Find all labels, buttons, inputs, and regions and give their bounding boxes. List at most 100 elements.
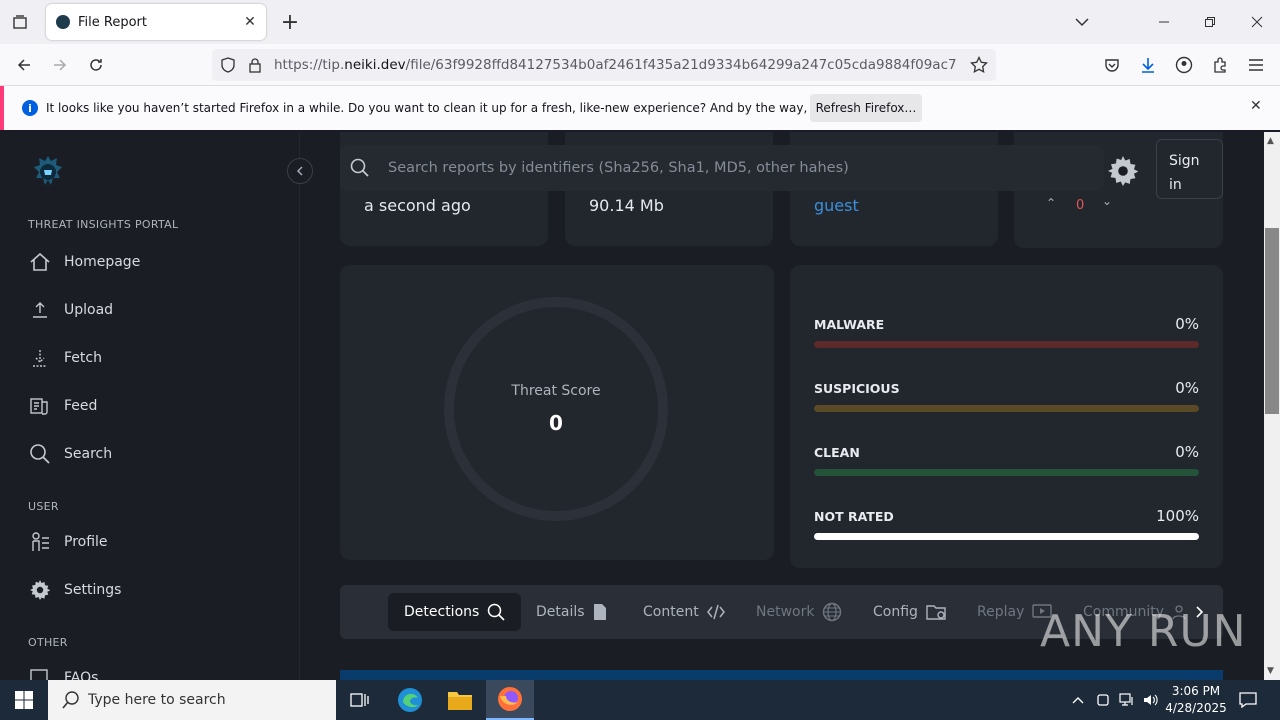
sidebar-item-label: Feed [64, 398, 98, 414]
refresh-firefox-button[interactable]: Refresh Firefox… [810, 94, 922, 122]
forward-icon[interactable] [46, 51, 74, 79]
tab-detections[interactable]: Detections [388, 593, 522, 631]
sidebar: THREAT INSIGHTS PORTAL Homepage Upload F… [0, 132, 300, 680]
faq-icon [28, 666, 52, 680]
lock-icon[interactable] [248, 57, 262, 77]
sidebar-item-fetch[interactable]: Fetch [28, 346, 102, 370]
clock-time: 3:06 PM [1171, 684, 1221, 698]
sidebar-item-feed[interactable]: Feed [28, 394, 97, 418]
system-clock[interactable]: 3:06 PM 4/28/2025 [1160, 683, 1232, 717]
tab-label: Replay [977, 604, 1025, 620]
minimize-icon[interactable] [1150, 8, 1178, 36]
section-label-portal: THREAT INSIGHTS PORTAL [28, 218, 179, 231]
browser-tab-file-report[interactable]: File Report ✕ [46, 4, 266, 40]
downvote-icon[interactable]: ⌄ [1102, 194, 1112, 208]
sidebar-item-label: Homepage [64, 254, 141, 270]
sidebar-item-faqs[interactable]: FAQs [28, 666, 98, 680]
tracking-protection-shield-icon[interactable] [220, 57, 236, 77]
taskbar-search-input[interactable]: Type here to search [48, 680, 336, 720]
tab-label: Config [873, 604, 918, 620]
scrollbar-thumb[interactable] [1265, 228, 1279, 414]
restore-icon[interactable] [1196, 8, 1224, 36]
notification-center-icon[interactable] [1234, 680, 1262, 720]
close-window-icon[interactable] [1243, 8, 1271, 36]
verdict-label: NOT RATED [814, 509, 894, 524]
verdict-label: MALWARE [814, 317, 885, 332]
sidebar-item-search[interactable]: Search [28, 442, 112, 466]
threat-score-ring [444, 297, 668, 521]
back-icon[interactable] [10, 51, 38, 79]
tab-content[interactable]: Content [643, 593, 725, 631]
sidebar-item-label: Fetch [64, 350, 102, 366]
info-icon: i [22, 100, 38, 116]
menu-hamburger-icon[interactable] [1242, 51, 1270, 79]
list-tabs-chevron-icon[interactable] [1068, 8, 1096, 36]
task-view-icon[interactable] [336, 680, 384, 720]
windows-start-icon[interactable] [0, 680, 48, 720]
page-scrollbar[interactable]: ▲ ▼ [1264, 132, 1280, 680]
verdict-percent: 0% [1175, 315, 1199, 333]
tab-details[interactable]: Details [536, 593, 607, 631]
verdict-bar [814, 469, 1199, 476]
firefox-taskbar-icon[interactable] [486, 680, 534, 720]
browser-navigation-bar: https://tip. neiki.dev/file/63f9928ffd841… [0, 44, 1280, 86]
section-label-other: OTHER [28, 636, 68, 649]
verdict-label: CLEAN [814, 445, 860, 460]
gear-icon [28, 578, 52, 602]
tab-network[interactable]: Network [756, 593, 842, 631]
sidebar-item-profile[interactable]: Profile [28, 530, 108, 554]
sign-in-button[interactable]: Sign in [1156, 139, 1223, 199]
main-content: a second ago 90.14 Mb guest ⌃ 0 ⌄ Search… [300, 132, 1264, 680]
sidebar-item-settings[interactable]: Settings [28, 578, 121, 602]
search-icon [62, 691, 80, 713]
pocket-icon[interactable] [1098, 51, 1126, 79]
edge-browser-icon[interactable] [386, 680, 434, 720]
sidebar-item-homepage[interactable]: Homepage [28, 250, 140, 274]
security-tray-icon[interactable] [1092, 680, 1114, 720]
upvote-icon[interactable]: ⌃ [1046, 196, 1056, 210]
taskbar-search-placeholder: Type here to search [88, 692, 226, 708]
show-hidden-icons-chevron-icon[interactable] [1066, 680, 1090, 720]
volume-icon[interactable] [1140, 680, 1162, 720]
threat-portal-app: THREAT INSIGHTS PORTAL Homepage Upload F… [0, 132, 1264, 680]
scroll-up-arrow-icon[interactable]: ▲ [1267, 136, 1274, 146]
search-icon [488, 603, 505, 621]
section-label-user: USER [28, 500, 59, 513]
new-tab-icon[interactable]: + [276, 8, 304, 36]
file-explorer-icon[interactable] [436, 680, 484, 720]
threat-score-value: 0 [549, 411, 563, 435]
verdict-bar [814, 405, 1199, 412]
verdict-label: SUSPICIOUS [814, 381, 900, 396]
uploader-link[interactable]: guest [814, 196, 859, 215]
firefox-refresh-notification: i It looks like you haven’t started Fire… [0, 86, 1280, 130]
sidebar-item-label: Search [64, 446, 113, 462]
verdict-bar [814, 341, 1199, 348]
fetch-icon [28, 346, 52, 370]
tab-config[interactable]: Config [873, 593, 948, 631]
bookmark-star-icon[interactable] [970, 55, 988, 78]
portal-logo-icon[interactable] [30, 154, 66, 190]
sidebar-item-upload[interactable]: Upload [28, 298, 113, 322]
windows-taskbar: Type here to search 3:06 PM 4/28/2025 [0, 680, 1280, 720]
settings-gear-icon[interactable] [1108, 156, 1139, 186]
verdict-percent: 100% [1156, 507, 1199, 525]
tab-label: Detections [404, 604, 480, 620]
profile-icon [28, 530, 52, 554]
url-bar[interactable]: https://tip. neiki.dev/file/63f9928ffd841… [212, 49, 996, 81]
close-tab-icon[interactable]: ✕ [240, 12, 260, 32]
close-notification-icon[interactable]: ✕ [1250, 98, 1262, 114]
clock-date: 4/28/2025 [1165, 701, 1227, 715]
verdict-percent: 0% [1175, 379, 1199, 397]
network-icon[interactable] [1116, 680, 1138, 720]
tab-overview-icon[interactable] [6, 8, 34, 36]
verdict-breakdown-card: MALWARE 0% SUSPICIOUS 0% CLEAN 0% NOT RA… [790, 265, 1223, 568]
collapse-sidebar-button[interactable] [287, 158, 313, 184]
report-search-input[interactable]: Search reports by identifiers (Sha256, S… [340, 145, 1104, 191]
extensions-icon[interactable] [1206, 51, 1234, 79]
scroll-down-arrow-icon[interactable]: ▼ [1267, 666, 1274, 676]
downloads-icon[interactable] [1134, 51, 1162, 79]
account-icon[interactable] [1170, 51, 1198, 79]
anyrun-watermark: ANY RUN [1040, 606, 1247, 657]
sidebar-item-label: Settings [64, 582, 122, 598]
reload-icon[interactable] [82, 51, 110, 79]
